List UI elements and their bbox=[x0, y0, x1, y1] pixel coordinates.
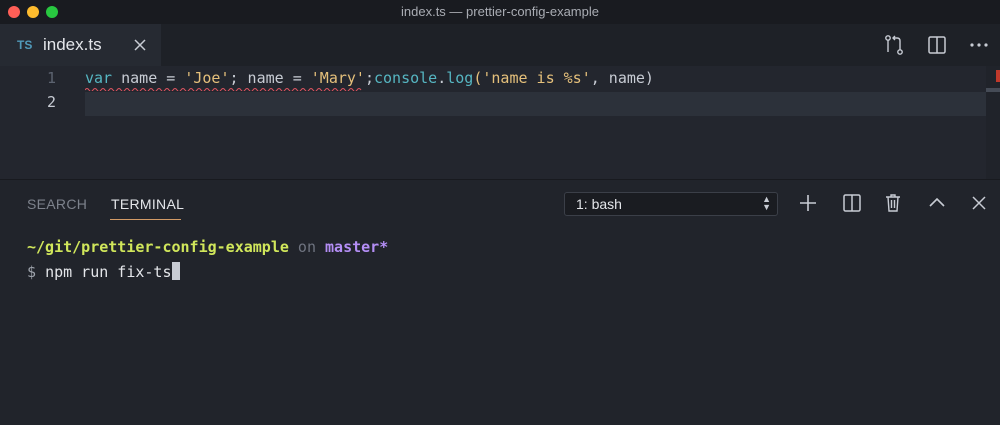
code-token: . bbox=[437, 69, 447, 87]
string-token: 'name is %s' bbox=[482, 69, 591, 87]
source-control-icon[interactable] bbox=[883, 34, 905, 56]
code-token: ; name = bbox=[229, 69, 311, 87]
editor-tab-index-ts[interactable]: TS index.ts bbox=[0, 24, 161, 66]
terminal-command-line: $ npm run fix-ts bbox=[27, 262, 180, 281]
select-arrows-icon: ▲ ▼ bbox=[762, 194, 771, 212]
close-panel-icon[interactable] bbox=[968, 192, 990, 214]
line-number: 1 bbox=[46, 69, 56, 87]
current-directory: ~/git/prettier-config-example bbox=[27, 238, 289, 256]
error-marker bbox=[996, 70, 1000, 82]
current-line-highlight bbox=[85, 92, 1000, 116]
chevron-up-icon[interactable] bbox=[926, 192, 948, 214]
terminal-command: npm run fix-ts bbox=[45, 263, 172, 281]
git-branch: master* bbox=[325, 238, 389, 256]
scrollbar-thumb[interactable] bbox=[986, 88, 1000, 92]
title-bar: index.ts — prettier-config-example bbox=[0, 0, 1000, 24]
editor-tab-bar: TS index.ts bbox=[0, 24, 1000, 66]
bottom-panel: SEARCH TERMINAL 1: bash ▲ ▼ ~/git/prettie… bbox=[0, 179, 1000, 425]
object-token: console bbox=[374, 69, 438, 87]
code-editor[interactable]: 1 2 var name = 'Joe'; name = 'Mary';cons… bbox=[0, 66, 1000, 179]
close-tab-icon[interactable] bbox=[131, 36, 149, 54]
active-tab-indicator bbox=[110, 219, 181, 220]
code-token: ; bbox=[364, 69, 374, 87]
prompt-on-text: on bbox=[288, 238, 326, 256]
terminal-prompt-line: ~/git/prettier-config-example on master* bbox=[27, 238, 388, 256]
terminal-select-value: 1: bash bbox=[576, 196, 622, 212]
more-actions-icon[interactable] bbox=[968, 34, 990, 56]
code-token: name = bbox=[112, 69, 185, 87]
terminal-cursor bbox=[171, 262, 180, 280]
tab-title: index.ts bbox=[43, 35, 102, 54]
string-token: 'Mary' bbox=[310, 69, 365, 87]
window-title: index.ts — prettier-config-example bbox=[401, 4, 599, 19]
split-terminal-icon[interactable] bbox=[841, 192, 863, 214]
tab-search[interactable]: SEARCH bbox=[27, 196, 87, 212]
add-terminal-icon[interactable] bbox=[797, 192, 819, 214]
prompt-symbol: $ bbox=[27, 263, 46, 281]
code-line-1[interactable]: var name = 'Joe'; name = 'Mary';console.… bbox=[85, 69, 654, 87]
editor-scrollbar[interactable] bbox=[986, 66, 1000, 179]
string-token: 'Joe' bbox=[184, 69, 230, 87]
code-token: , name) bbox=[590, 69, 654, 87]
trash-icon[interactable] bbox=[882, 192, 904, 214]
lint-error-squiggle bbox=[85, 88, 362, 91]
split-editor-icon[interactable] bbox=[926, 34, 948, 56]
function-token: log bbox=[446, 69, 474, 87]
line-number: 2 bbox=[46, 93, 56, 111]
keyword-token: var bbox=[85, 69, 113, 87]
tab-terminal[interactable]: TERMINAL bbox=[111, 196, 184, 212]
typescript-file-icon: TS bbox=[17, 38, 33, 52]
terminal-select[interactable]: 1: bash ▲ ▼ bbox=[564, 192, 778, 216]
